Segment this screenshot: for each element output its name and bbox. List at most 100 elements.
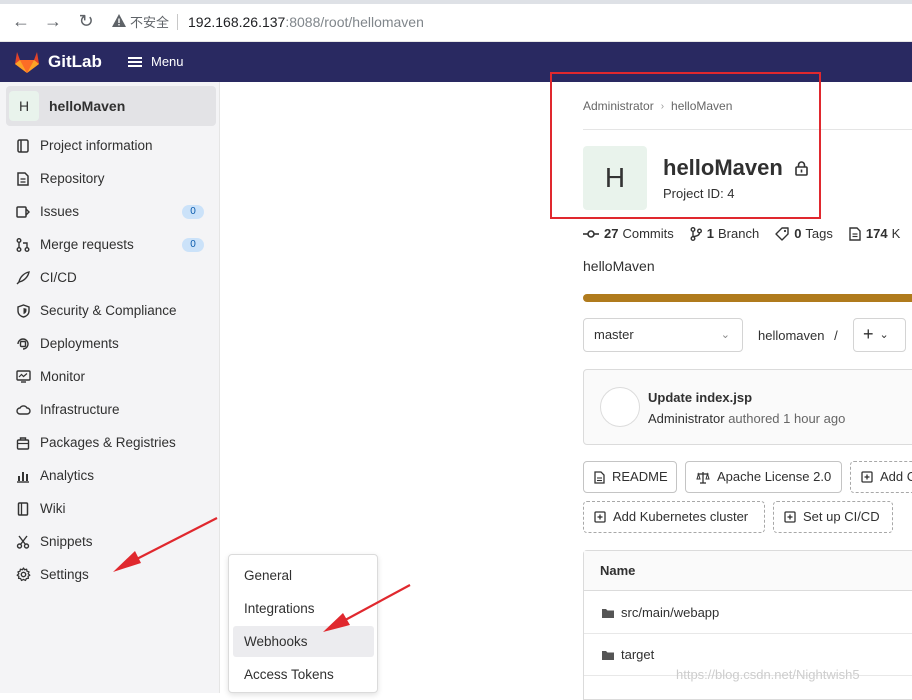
storage-link[interactable]: 174 K bbox=[849, 226, 900, 241]
table-header-name: Name bbox=[584, 551, 912, 591]
avatar[interactable] bbox=[600, 387, 640, 427]
sidebar-item-label: Analytics bbox=[40, 468, 95, 483]
url-path: :8088/root/hellomaven bbox=[285, 13, 424, 30]
sidebar-item-label: Infrastructure bbox=[40, 402, 120, 417]
count-badge: 0 bbox=[182, 238, 204, 252]
plus-square-icon bbox=[594, 511, 606, 523]
tag-icon bbox=[775, 226, 789, 241]
url-host: 192.168.26.137 bbox=[188, 13, 286, 30]
commit-meta: Administrator authored 1 hour ago bbox=[648, 411, 845, 426]
chevron-down-icon: ⌄ bbox=[720, 329, 730, 341]
sidebar-item-security-compliance[interactable]: Security & Compliance bbox=[0, 294, 220, 327]
flyout-item-access-tokens[interactable]: Access Tokens bbox=[233, 659, 374, 690]
project-sidebar: H helloMaven Project information Reposito… bbox=[0, 82, 220, 693]
annotation-arrow bbox=[323, 584, 411, 632]
package-icon bbox=[15, 435, 31, 451]
sidebar-item-label: Repository bbox=[40, 171, 105, 186]
sidebar-project-name: helloMaven bbox=[49, 98, 126, 114]
add-changelog-button[interactable]: Add C bbox=[850, 461, 912, 493]
sidebar-item-merge-requests[interactable]: Merge requests 0 bbox=[0, 228, 220, 261]
sidebar-item-ci-cd[interactable]: CI/CD bbox=[0, 261, 220, 294]
license-button[interactable]: Apache License 2.0 bbox=[685, 461, 842, 493]
repo-root-link[interactable]: hellomaven bbox=[758, 328, 825, 343]
gitlab-brand[interactable]: GitLab bbox=[48, 52, 102, 72]
plus-square-icon bbox=[861, 471, 873, 483]
issues-icon bbox=[15, 204, 31, 220]
sidebar-item-repository[interactable]: Repository bbox=[0, 162, 220, 195]
cloud-icon bbox=[15, 402, 31, 418]
add-kubernetes-button[interactable]: Add Kubernetes cluster bbox=[583, 501, 765, 533]
insecure-label: 不安全 bbox=[130, 15, 170, 30]
tags-count: 0 bbox=[794, 226, 802, 241]
last-commit-panel: Update index.jsp Administrator authored … bbox=[583, 369, 912, 445]
address-separator bbox=[177, 13, 179, 30]
sidebar-item-label: Packages & Registries bbox=[40, 435, 176, 450]
branch-label: Branch bbox=[717, 226, 760, 241]
annotation-arrow bbox=[113, 517, 218, 572]
gear-icon bbox=[15, 567, 31, 583]
chart-icon bbox=[15, 468, 31, 484]
scale-icon bbox=[696, 471, 710, 484]
sidebar-item-deployments[interactable]: Deployments bbox=[0, 327, 220, 360]
info-icon bbox=[15, 138, 31, 154]
watermark: https://blog.csdn.net/Nightwish5 bbox=[676, 667, 860, 682]
menu-label: Menu bbox=[151, 54, 184, 69]
warning-icon bbox=[112, 13, 126, 30]
readme-label: README bbox=[612, 469, 668, 484]
sidebar-item-infrastructure[interactable]: Infrastructure bbox=[0, 393, 220, 426]
sidebar-item-label: CI/CD bbox=[40, 270, 77, 285]
address-bar[interactable]: 不安全 192.168.26.137 :8088/root/hellomaven bbox=[112, 8, 912, 35]
add-kubernetes-label: Add Kubernetes cluster bbox=[613, 509, 749, 524]
browser-tab-strip bbox=[0, 0, 912, 4]
back-icon[interactable]: ← bbox=[10, 10, 32, 32]
sidebar-item-project-information[interactable]: Project information bbox=[0, 129, 220, 162]
sidebar-project-header[interactable]: H helloMaven bbox=[6, 86, 216, 126]
storage-size: 174 bbox=[865, 226, 888, 241]
readme-button[interactable]: README bbox=[583, 461, 677, 493]
tags-link[interactable]: 0 Tags bbox=[775, 226, 833, 241]
license-label: Apache License 2.0 bbox=[717, 469, 832, 484]
menu-button[interactable]: Menu bbox=[128, 54, 184, 69]
merge-request-icon bbox=[15, 237, 31, 253]
commit-icon bbox=[583, 229, 599, 238]
commits-link[interactable]: 27 Commits bbox=[583, 226, 674, 241]
file-name[interactable]: src/main/webapp bbox=[621, 605, 719, 620]
monitor-icon bbox=[15, 369, 31, 385]
document-icon bbox=[15, 171, 31, 187]
branches-link[interactable]: 1 Branch bbox=[690, 226, 759, 241]
sidebar-item-monitor[interactable]: Monitor bbox=[0, 360, 220, 393]
commit-time: authored 1 hour ago bbox=[728, 411, 846, 426]
language-bar[interactable] bbox=[583, 294, 912, 302]
chevron-down-icon: ⌄ bbox=[879, 329, 889, 342]
gitlab-logo-icon[interactable] bbox=[14, 50, 40, 74]
repo-path-separator: / bbox=[834, 328, 838, 343]
sidebar-item-label: Issues bbox=[40, 204, 80, 219]
forward-icon[interactable]: → bbox=[42, 10, 64, 32]
book-icon bbox=[15, 501, 31, 517]
setup-cicd-button[interactable]: Set up CI/CD bbox=[773, 501, 893, 533]
sidebar-item-label: Monitor bbox=[40, 369, 86, 384]
file-name[interactable]: target bbox=[621, 647, 654, 662]
sidebar-item-packages-registries[interactable]: Packages & Registries bbox=[0, 426, 220, 459]
sidebar-item-issues[interactable]: Issues 0 bbox=[0, 195, 220, 228]
sidebar-item-analytics[interactable]: Analytics bbox=[0, 459, 220, 492]
branch-count: 1 bbox=[706, 226, 714, 241]
project-stats: 27 Commits 1 Branch 0 Tags 174 K bbox=[583, 226, 912, 241]
commit-author[interactable]: Administrator bbox=[648, 411, 725, 426]
branch-selector[interactable]: master ⌄ bbox=[583, 318, 743, 352]
commits-count: 27 bbox=[604, 226, 619, 241]
setup-cicd-label: Set up CI/CD bbox=[803, 509, 880, 524]
sidebar-item-label: Settings bbox=[40, 567, 89, 582]
table-row[interactable]: src/main/webapp bbox=[584, 592, 912, 634]
add-to-tree-button[interactable]: + ⌄ bbox=[853, 318, 906, 352]
add-changelog-label: Add C bbox=[880, 469, 912, 484]
tags-label: Tags bbox=[805, 226, 833, 241]
reload-icon[interactable]: ↻ bbox=[75, 10, 97, 32]
file-icon bbox=[849, 226, 861, 241]
sidebar-item-label: Deployments bbox=[40, 336, 119, 351]
repo-path: hellomaven / bbox=[758, 328, 838, 343]
scissors-icon bbox=[15, 534, 31, 550]
commit-title[interactable]: Update index.jsp bbox=[648, 390, 752, 405]
browser-toolbar: ← → ↻ 不安全 192.168.26.137 :8088/root/hell… bbox=[0, 0, 912, 42]
project-description: helloMaven bbox=[583, 258, 655, 274]
